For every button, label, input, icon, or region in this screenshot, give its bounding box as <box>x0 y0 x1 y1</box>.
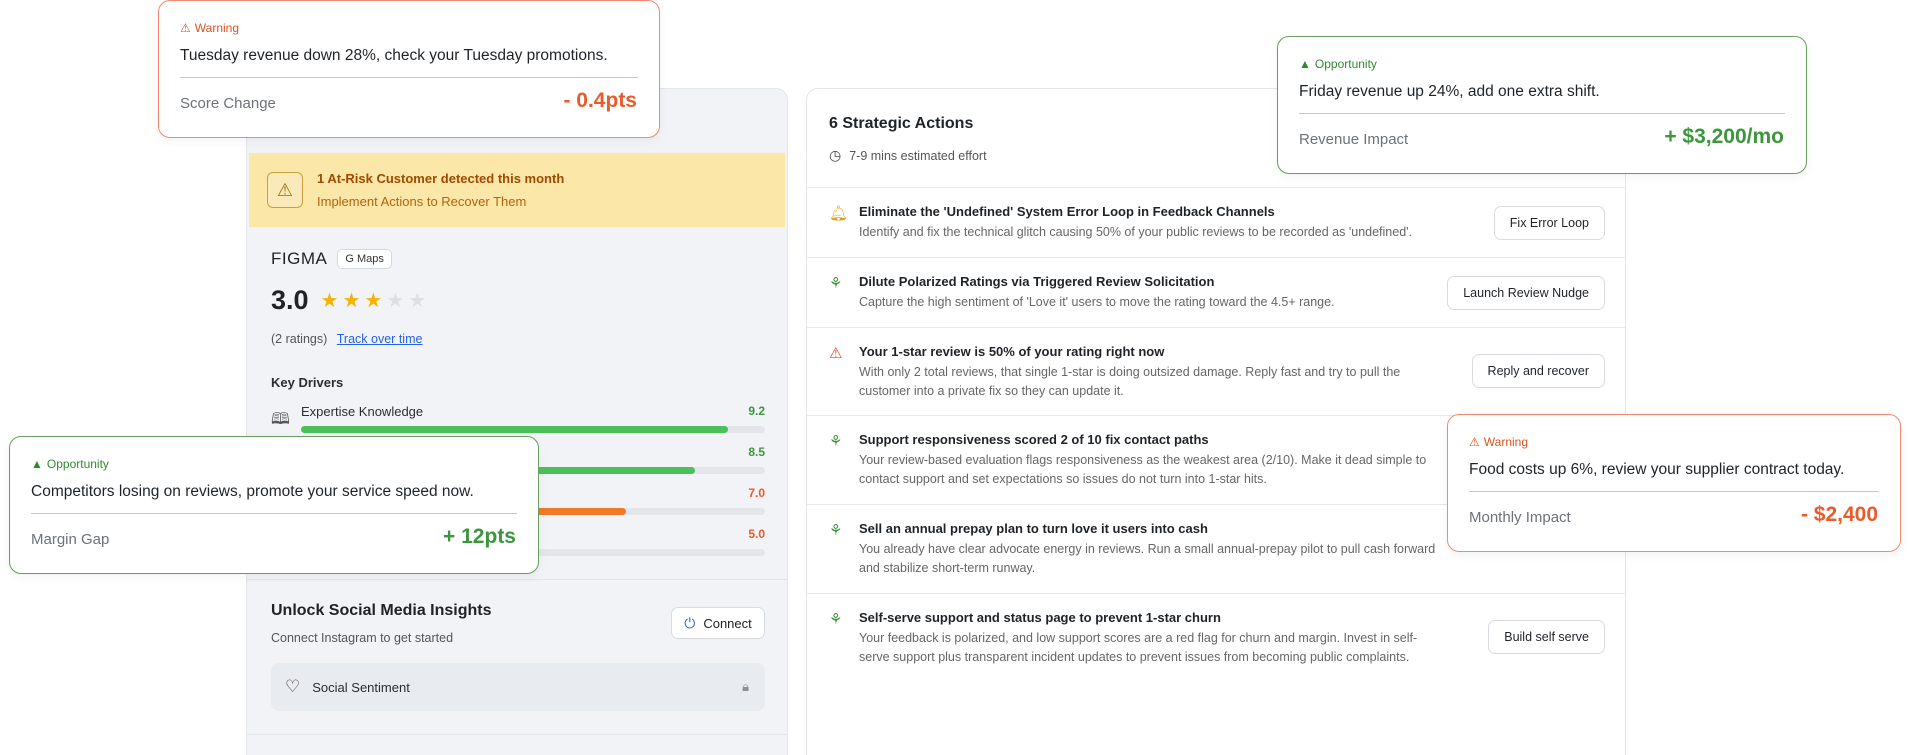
clock-icon: ◷ <box>829 147 842 163</box>
social-insights-subtitle: Connect Instagram to get started <box>271 631 454 645</box>
card-metric-label: Monthly Impact <box>1469 509 1571 526</box>
alert-title: 1 At-Risk Customer detected this month <box>317 171 565 186</box>
card-tag: Warning <box>194 21 240 35</box>
sprout-icon: ⚘ <box>829 433 843 450</box>
up-triangle-icon: ▲ <box>31 457 43 471</box>
key-driver-score: 9.2 <box>748 404 765 418</box>
warning-triangle-icon: ⚠ <box>267 172 303 208</box>
divider <box>247 579 787 580</box>
divider <box>31 513 517 514</box>
key-driver-score: 8.5 <box>748 445 765 459</box>
key-drivers-title: Key Drivers <box>271 375 344 390</box>
key-driver-bar-fill <box>301 426 728 433</box>
warning-triangle-icon: ⚠ <box>829 345 843 362</box>
card-metric-value: - 0.4pts <box>563 89 637 112</box>
star-empty-icon: ★ <box>408 290 427 312</box>
divider <box>1469 491 1879 492</box>
sprout-icon: ⚘ <box>829 522 843 539</box>
action-description: Capture the high sentiment of 'Love it' … <box>859 295 1335 309</box>
book-icon: 🕮︎ <box>271 411 290 428</box>
action-title: Sell an annual prepay plan to turn love … <box>859 521 1208 536</box>
lock-icon: 🔒︎ <box>742 679 749 694</box>
plug-icon: ⏻ <box>684 614 696 631</box>
track-over-time-link[interactable]: Track over time <box>337 332 423 346</box>
source-badge: G Maps <box>337 249 392 269</box>
action-title: Support responsiveness scored 2 of 10 fi… <box>859 432 1209 447</box>
action-button[interactable]: Build self serve <box>1488 620 1605 654</box>
social-insights-title: Unlock Social Media Insights <box>271 602 492 619</box>
card-message: Friday revenue up 24%, add one extra shi… <box>1299 83 1600 100</box>
action-description: You already have clear advocate energy i… <box>859 542 1436 575</box>
action-item: ⚠ Your 1-star review is 50% of your ratin… <box>807 327 1625 415</box>
card-metric-value: + $3,200/mo <box>1664 125 1784 148</box>
alert-subtitle: Implement Actions to Recover Them <box>317 194 527 209</box>
sprout-icon: ⚘ <box>829 275 843 292</box>
action-item: 🔔︎ Eliminate the 'Undefined' System Error… <box>807 187 1625 257</box>
business-overview-panel: ⚠ 1 At-Risk Customer detected this month… <box>246 88 788 755</box>
key-driver-score: 5.0 <box>748 527 765 541</box>
warning-card-tuesday: ⚠ Warning Tuesday revenue down 28%, check… <box>158 0 660 138</box>
heart-icon: ♡ <box>285 677 301 696</box>
divider <box>1299 113 1785 114</box>
warning-icon: ⚠ <box>180 21 191 35</box>
star-filled-icon: ★ <box>320 290 339 312</box>
rating-count: (2 ratings) <box>271 332 328 346</box>
rating-value: 3.0 <box>271 285 309 315</box>
card-metric-value: + 12pts <box>443 525 516 548</box>
warning-icon: ⚠ <box>1469 435 1480 449</box>
card-tag: Warning <box>1483 435 1529 449</box>
action-description: Identify and fix the technical glitch ca… <box>859 225 1413 239</box>
action-description: Your review-based evaluation flags respo… <box>859 453 1427 486</box>
action-description: Your feedback is polarized, and low supp… <box>859 631 1418 664</box>
action-item: ⚘ Dilute Polarized Ratings via Triggered … <box>807 257 1625 327</box>
key-driver-row: 🕮︎ Expertise Knowledge 9.2 <box>271 404 765 438</box>
card-metric-label: Score Change <box>180 95 276 112</box>
action-title: Dilute Polarized Ratings via Triggered R… <box>859 274 1215 289</box>
connect-button[interactable]: ⏻ Connect <box>671 607 765 639</box>
actions-title: 6 Strategic Actions <box>829 115 974 132</box>
action-item: ⚘ Self-serve support and status page to p… <box>807 593 1625 682</box>
card-metric-value: - $2,400 <box>1800 503 1878 526</box>
card-tag: Opportunity <box>1314 57 1377 71</box>
bell-icon: 🔔︎ <box>829 205 849 222</box>
action-button[interactable]: Fix Error Loop <box>1493 206 1605 240</box>
opportunity-card-competitors: ▲ Opportunity Competitors losing on revie… <box>9 436 539 574</box>
social-sentiment-row[interactable]: ♡ Social Sentiment 🔒︎ <box>271 663 765 711</box>
action-button[interactable]: Launch Review Nudge <box>1447 276 1605 310</box>
card-message: Tuesday revenue down 28%, check your Tue… <box>180 47 608 64</box>
up-triangle-icon: ▲ <box>1299 57 1311 71</box>
card-metric-label: Margin Gap <box>31 531 110 548</box>
action-title: Your 1-star review is 50% of your rating… <box>859 344 1165 359</box>
action-title: Self-serve support and status page to pr… <box>859 610 1221 625</box>
star-rating: ★ ★ ★ ★ ★ <box>321 288 427 313</box>
key-driver-score: 7.0 <box>748 486 765 500</box>
card-message: Competitors losing on reviews, promote y… <box>31 483 474 500</box>
card-message: Food costs up 6%, review your supplier c… <box>1469 461 1845 478</box>
business-name: FIGMA <box>271 249 328 268</box>
at-risk-alert-banner[interactable]: ⚠ 1 At-Risk Customer detected this month… <box>249 153 785 227</box>
star-empty-icon: ★ <box>386 290 405 312</box>
card-metric-label: Revenue Impact <box>1299 131 1409 148</box>
card-tag: Opportunity <box>46 457 109 471</box>
effort-estimate: 7-9 mins estimated effort <box>849 148 987 163</box>
action-button[interactable]: Reply and recover <box>1471 354 1605 388</box>
social-sentiment-label: Social Sentiment <box>312 679 410 695</box>
action-description: With only 2 total reviews, that single 1… <box>859 365 1401 398</box>
sprout-icon: ⚘ <box>829 611 843 628</box>
warning-card-food-costs: ⚠ Warning Food costs up 6%, review your s… <box>1447 414 1901 552</box>
divider <box>180 77 638 78</box>
star-filled-icon: ★ <box>342 290 361 312</box>
key-driver-bar-track <box>301 426 765 433</box>
divider <box>247 734 787 735</box>
star-filled-icon: ★ <box>364 290 383 312</box>
opportunity-card-friday: ▲ Opportunity Friday revenue up 24%, add … <box>1277 36 1807 174</box>
action-title: Eliminate the 'Undefined' System Error L… <box>859 204 1275 219</box>
key-driver-label: Expertise Knowledge <box>301 404 424 419</box>
connect-label: Connect <box>703 615 752 631</box>
